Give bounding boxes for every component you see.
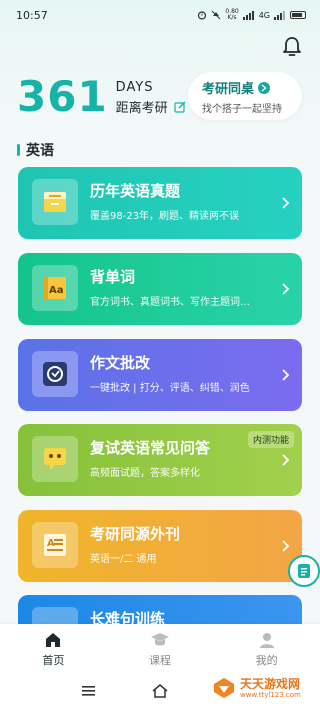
card-subtitle: 英语一/二 通用 [90, 554, 157, 565]
menu-icon[interactable] [82, 686, 95, 696]
graduation-cap-icon [150, 632, 169, 645]
bell-icon[interactable] [282, 36, 302, 58]
card-essay-correction[interactable]: 作文批改 一键批改 | 打分、评语、纠错、润色 [18, 339, 302, 411]
bottom-tab-bar: 首页 课程 我的 [0, 624, 320, 674]
floating-notes-button[interactable] [288, 555, 320, 587]
interview-chat-icon [32, 436, 78, 482]
mute-icon [211, 10, 221, 20]
chevron-right-icon [282, 454, 290, 466]
signal-icon-2 [274, 11, 285, 20]
svg-text:Aa: Aa [49, 285, 64, 296]
watermark-title: 天天游戏网 [240, 676, 301, 691]
exam-book-icon [32, 179, 78, 225]
study-partner-subtitle: 找个搭子一起坚持 [202, 104, 282, 115]
card-subtitle: 一键批改 | 打分、评语、纠错、润色 [90, 383, 250, 394]
tab-profile[interactable]: 我的 [227, 631, 307, 668]
chevron-right-icon [282, 283, 290, 295]
chevron-right-icon [282, 540, 290, 552]
net-speed: 0.80 K/s [225, 8, 239, 21]
notes-icon [298, 564, 310, 578]
home-nav-icon[interactable] [152, 684, 168, 698]
vocabulary-book-icon: Aa [32, 265, 78, 311]
arrow-right-icon [258, 81, 271, 94]
card-title: 历年英语真题 [90, 182, 181, 200]
card-vocabulary[interactable]: Aa 背单词 官方词书、真题词书、写作主题词… [18, 253, 302, 325]
status-icons: 0.80 K/s 4G [197, 9, 306, 21]
edit-icon[interactable] [174, 101, 186, 113]
card-title: 作文批改 [90, 354, 151, 372]
journal-icon: A [32, 522, 78, 568]
card-interview-qa[interactable]: 内测功能 复试英语常见问答 高频面试题，答案多样化 [18, 424, 302, 496]
card-journals[interactable]: A 考研同源外刊 英语一/二 通用 [18, 510, 302, 582]
network-type: 4G [258, 10, 270, 20]
tab-courses[interactable]: 课程 [120, 631, 200, 668]
alarm-icon [198, 11, 207, 20]
study-partner-card[interactable]: 考研同桌 找个搭子一起坚持 [188, 72, 302, 120]
site-watermark: 天天游戏网 www.ttyl123.com [212, 676, 301, 700]
card-subtitle: 高频面试题，答案多样化 [90, 468, 200, 479]
status-time: 10:57 [16, 8, 48, 22]
exam-countdown-label[interactable]: 距离考研 [116, 97, 186, 116]
card-subtitle: 覆盖98-23年，刷题、精读两不误 [90, 211, 240, 222]
tab-home[interactable]: 首页 [13, 631, 93, 668]
chevron-right-icon [282, 369, 290, 381]
home-icon [46, 632, 61, 647]
days-label: DAYS [115, 80, 154, 95]
section-header-english: 英语 [17, 140, 54, 160]
card-title: 考研同源外刊 [90, 525, 181, 543]
card-title: 复试英语常见问答 [90, 439, 211, 457]
section-accent-bar [17, 144, 20, 156]
countdown-text: DAYS 距离考研 [116, 80, 186, 116]
study-partner-title: 考研同桌 [202, 78, 302, 97]
watermark-url: www.ttyl123.com [240, 690, 301, 699]
beta-badge: 内测功能 [247, 431, 294, 448]
status-bar: 10:57 0.80 K/s 4G [0, 0, 320, 30]
card-subtitle: 官方词书、真题词书、写作主题词… [90, 297, 250, 308]
card-past-exams[interactable]: 历年英语真题 覆盖98-23年，刷题、精读两不误 [18, 167, 302, 239]
user-icon [259, 632, 274, 648]
battery-icon [290, 11, 306, 19]
days-count: 361 [17, 72, 108, 121]
essay-correction-icon [32, 351, 78, 397]
chevron-right-icon [282, 197, 290, 209]
svg-text:A: A [47, 538, 55, 549]
signal-icon [242, 11, 254, 20]
watermark-logo [214, 678, 234, 698]
countdown-block: 361 DAYS 距离考研 [17, 76, 186, 118]
card-title: 背单词 [90, 268, 136, 286]
